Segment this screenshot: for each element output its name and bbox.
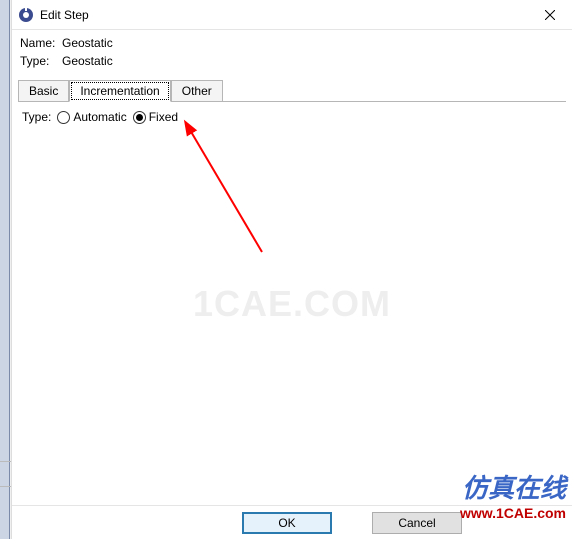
app-icon (18, 7, 34, 23)
radio-fixed-label: Fixed (149, 110, 178, 124)
radio-icon (57, 111, 70, 124)
divider (0, 486, 11, 487)
name-label: Name: (20, 36, 62, 50)
type-label: Type: (20, 54, 62, 68)
radio-icon (133, 111, 146, 124)
type-row: Type: Geostatic (20, 54, 564, 68)
header-form: Name: Geostatic Type: Geostatic (12, 30, 572, 74)
parent-window-edge (0, 0, 10, 539)
tab-basic[interactable]: Basic (18, 80, 69, 102)
tab-panel-incrementation: Type: Automatic Fixed 1CAE.COM (18, 101, 566, 497)
radio-automatic-label: Automatic (73, 110, 126, 124)
close-button[interactable] (527, 0, 572, 30)
tab-other[interactable]: Other (171, 80, 223, 102)
increment-type-label: Type: (22, 110, 51, 124)
edit-step-dialog: Edit Step Name: Geostatic Type: Geostati… (11, 0, 572, 539)
divider (0, 461, 11, 462)
ok-button[interactable]: OK (242, 512, 332, 534)
radio-fixed[interactable]: Fixed (133, 110, 178, 124)
cancel-button[interactable]: Cancel (372, 512, 462, 534)
titlebar: Edit Step (12, 0, 572, 30)
tab-strip: Basic Incrementation Other (18, 80, 566, 102)
radio-automatic[interactable]: Automatic (57, 110, 126, 124)
increment-type-row: Type: Automatic Fixed (22, 110, 562, 124)
dialog-button-row: OK Cancel (12, 505, 572, 539)
type-value: Geostatic (62, 54, 113, 68)
dialog-title: Edit Step (40, 8, 527, 22)
watermark-text: 1CAE.COM (193, 283, 391, 325)
name-row: Name: Geostatic (20, 36, 564, 50)
tab-incrementation[interactable]: Incrementation (69, 80, 170, 102)
name-value: Geostatic (62, 36, 113, 50)
